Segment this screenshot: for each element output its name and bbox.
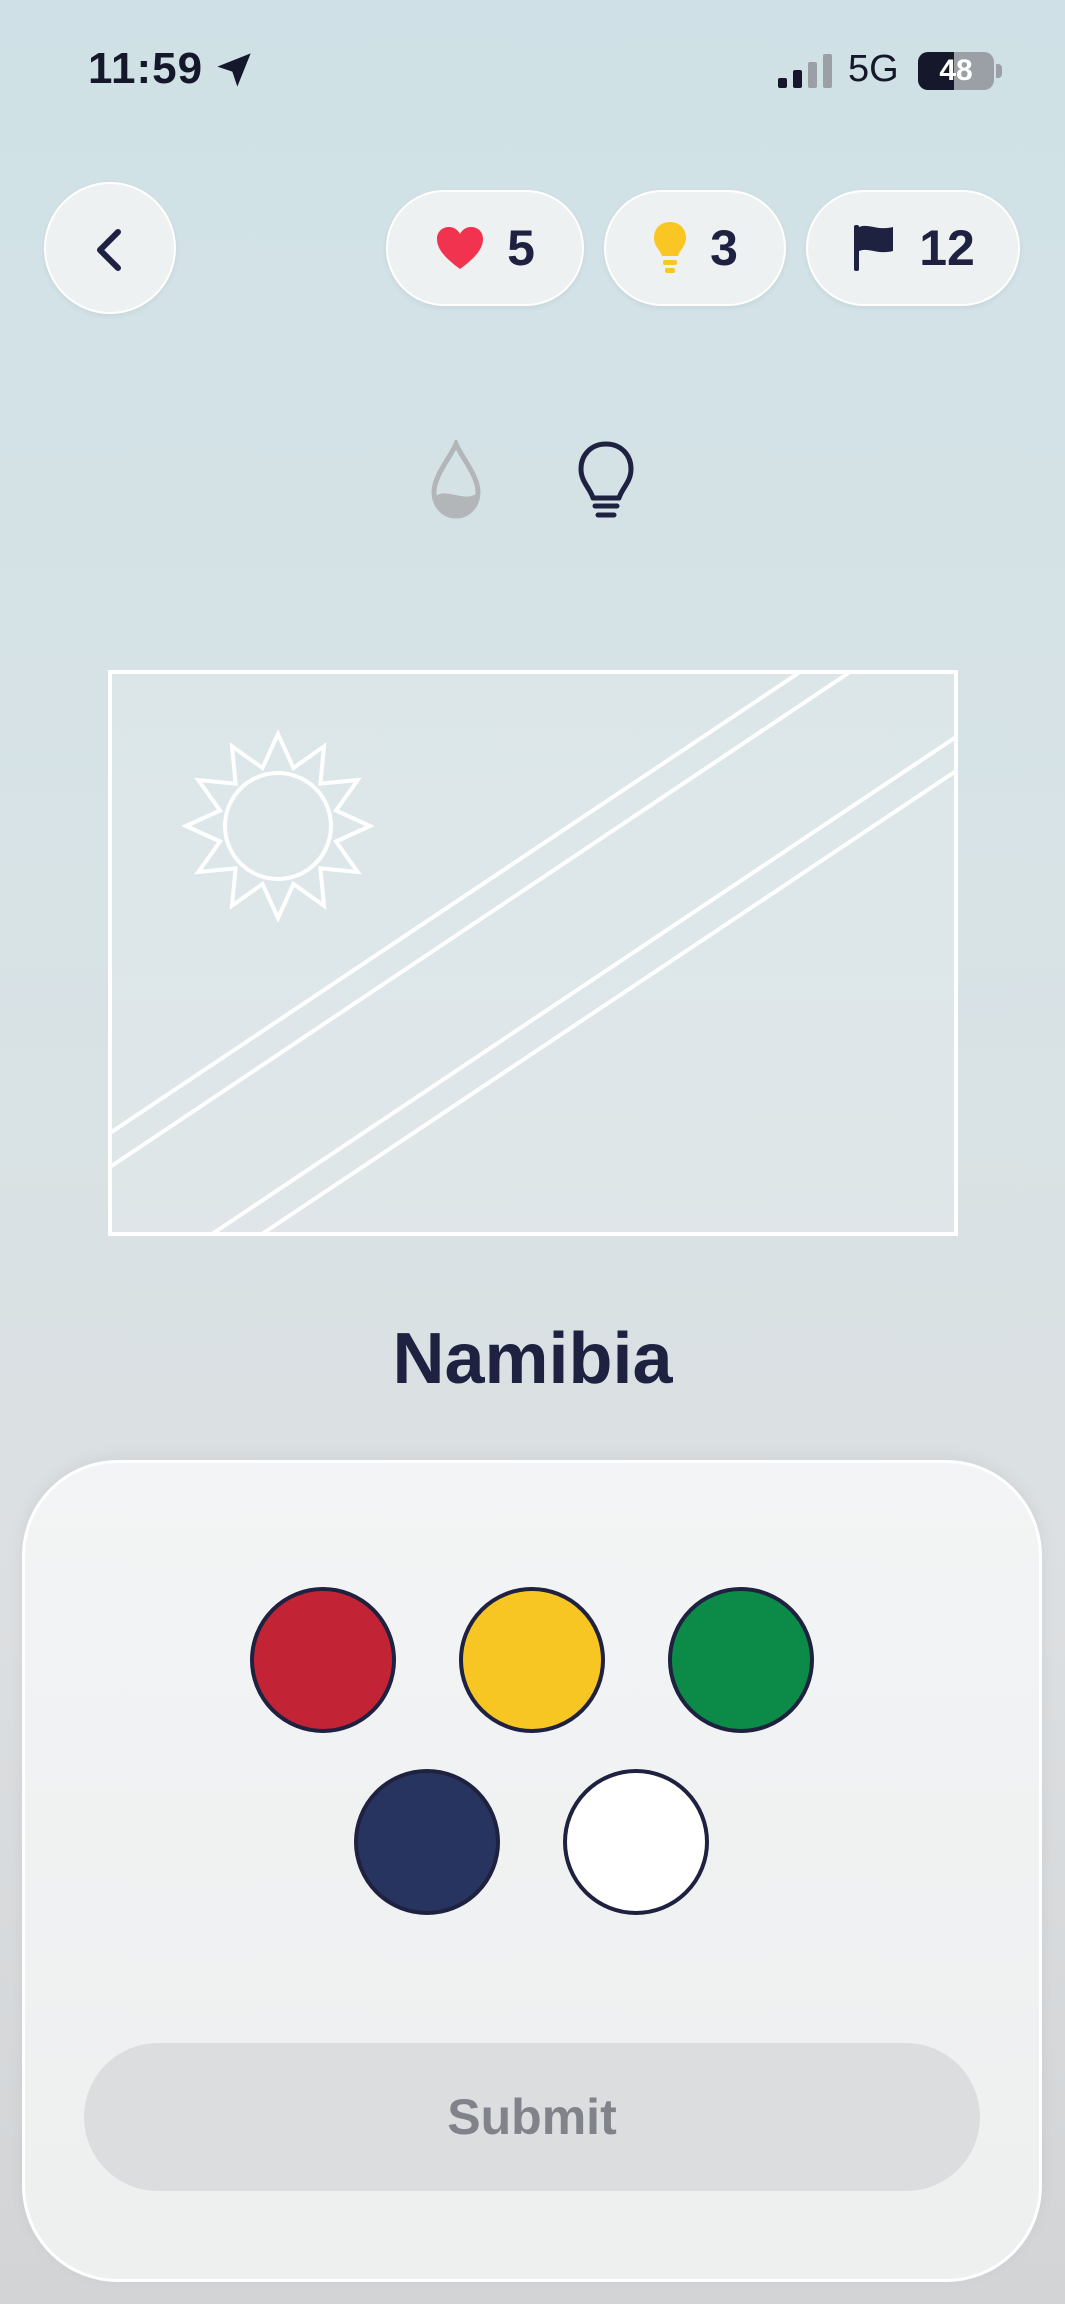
color-swatch-navy[interactable] bbox=[354, 1769, 500, 1915]
paint-drop-icon bbox=[431, 437, 481, 519]
country-name: Namibia bbox=[392, 1319, 673, 1399]
color-swatch-yellow[interactable] bbox=[459, 1587, 605, 1733]
color-swatch-green[interactable] bbox=[668, 1587, 814, 1733]
paint-drop-tool[interactable] bbox=[428, 437, 484, 525]
lightbulb-icon bbox=[654, 222, 687, 273]
status-time: 11:59 bbox=[88, 44, 204, 93]
color-swatch-red[interactable] bbox=[250, 1587, 396, 1733]
hints-counter[interactable]: 3 bbox=[604, 190, 786, 306]
flags-counter[interactable]: 12 bbox=[806, 190, 1020, 306]
hint-tool[interactable] bbox=[576, 440, 636, 531]
status-bar: 11:59 5G 48 bbox=[0, 0, 1065, 140]
flag-icon bbox=[854, 225, 894, 271]
color-swatch-white[interactable] bbox=[563, 1769, 709, 1915]
lives-count: 5 bbox=[507, 220, 535, 276]
heart-icon bbox=[437, 227, 484, 269]
back-button[interactable] bbox=[44, 182, 176, 314]
signal-icon bbox=[778, 54, 832, 88]
lives-counter[interactable]: 5 bbox=[386, 190, 584, 306]
location-arrow-icon bbox=[217, 53, 251, 87]
battery-icon: 48 bbox=[918, 52, 994, 90]
battery-percent: 48 bbox=[939, 54, 973, 87]
submit-button[interactable]: Submit bbox=[84, 2043, 980, 2191]
hints-count: 3 bbox=[710, 220, 738, 276]
chevron-left-icon bbox=[97, 229, 121, 271]
network-label: 5G bbox=[848, 48, 899, 90]
battery-tip bbox=[996, 64, 1002, 78]
lightbulb-outline-icon bbox=[578, 441, 634, 518]
flag-outline[interactable] bbox=[108, 670, 958, 1236]
flags-count: 12 bbox=[919, 220, 975, 276]
flag-border bbox=[108, 670, 958, 1236]
